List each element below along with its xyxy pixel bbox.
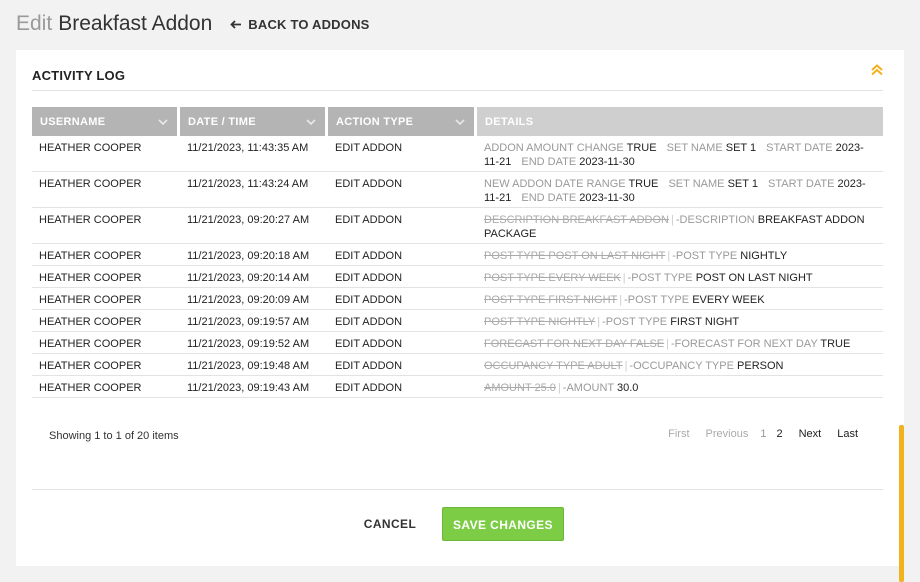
back-link-label: BACK TO ADDONS xyxy=(248,16,370,32)
table-row: HEATHER COOPER 11/21/2023, 09:19:52 AM E… xyxy=(32,332,883,354)
footer-divider xyxy=(32,489,883,490)
activity-log-heading: ACTIVITY LOG xyxy=(32,68,126,83)
activity-panel: ACTIVITY LOG USERNAME DATE / TIME ACTION… xyxy=(16,50,904,566)
table-row: HEATHER COOPER 11/21/2023, 09:20:27 AM E… xyxy=(32,208,883,244)
back-to-addons-link[interactable]: BACK TO ADDONS xyxy=(230,17,369,32)
cell-datetime: 11/21/2023, 09:19:48 AM xyxy=(180,354,328,376)
cell-datetime: 11/21/2023, 09:19:43 AM xyxy=(180,376,328,398)
cell-datetime: 11/21/2023, 11:43:24 AM xyxy=(180,172,328,208)
cell-action: EDIT ADDON xyxy=(328,332,477,354)
cell-datetime: 11/21/2023, 09:19:57 AM xyxy=(180,310,328,332)
column-header-action-type[interactable]: ACTION TYPE xyxy=(328,107,477,136)
cell-datetime: 11/21/2023, 11:43:35 AM xyxy=(180,136,328,172)
cell-username: HEATHER COOPER xyxy=(32,172,180,208)
cell-username: HEATHER COOPER xyxy=(32,288,180,310)
cell-details: POST TYPE EVERY WEEK | -POST TYPE POST ON … xyxy=(477,266,883,288)
cell-action: EDIT ADDON xyxy=(328,136,477,172)
page-header: Edit Breakfast Addon BACK TO ADDONS xyxy=(0,0,920,48)
pagination-summary: Showing 1 to 1 of 20 items xyxy=(49,430,179,442)
sort-chevron-icon xyxy=(306,119,316,126)
cell-username: HEATHER COOPER xyxy=(32,376,180,398)
activity-log-table: USERNAME DATE / TIME ACTION TYPE DETAILS… xyxy=(32,107,883,398)
cell-datetime: 11/21/2023, 09:20:18 AM xyxy=(180,244,328,266)
cell-action: EDIT ADDON xyxy=(328,376,477,398)
save-changes-button[interactable]: SAVE CHANGES xyxy=(442,507,564,541)
table-row: HEATHER COOPER 11/21/2023, 11:43:35 AM E… xyxy=(32,136,883,172)
cell-username: HEATHER COOPER xyxy=(32,354,180,376)
column-header-datetime[interactable]: DATE / TIME xyxy=(180,107,328,136)
table-row: HEATHER COOPER 11/21/2023, 09:20:09 AM E… xyxy=(32,288,883,310)
pager-page-2[interactable]: 2 xyxy=(776,428,782,440)
page-title: Breakfast Addon xyxy=(58,12,213,35)
arrow-left-icon xyxy=(230,19,242,29)
pager-first[interactable]: First xyxy=(668,428,689,440)
cell-action: EDIT ADDON xyxy=(328,266,477,288)
cell-details: POST TYPE NIGHTLY | -POST TYPE FIRST NIGHT xyxy=(477,310,883,332)
cell-datetime: 11/21/2023, 09:19:52 AM xyxy=(180,332,328,354)
cell-details: FORECAST FOR NEXT DAY FALSE | -FORECAST FO… xyxy=(477,332,883,354)
cell-action: EDIT ADDON xyxy=(328,208,477,244)
cell-details: POST TYPE FIRST NIGHT | -POST TYPE EVERY W… xyxy=(477,288,883,310)
table-row: HEATHER COOPER 11/21/2023, 09:20:14 AM E… xyxy=(32,266,883,288)
table-row: HEATHER COOPER 11/21/2023, 09:19:57 AM E… xyxy=(32,310,883,332)
cell-details: NEW ADDON DATE RANGE TRUE SET NAME SET 1… xyxy=(477,172,883,208)
column-header-username[interactable]: USERNAME xyxy=(32,107,180,136)
cell-username: HEATHER COOPER xyxy=(32,208,180,244)
cell-action: EDIT ADDON xyxy=(328,310,477,332)
cell-action: EDIT ADDON xyxy=(328,244,477,266)
cell-username: HEATHER COOPER xyxy=(32,244,180,266)
column-header-details: DETAILS xyxy=(477,107,883,136)
pager-page-1[interactable]: 1 xyxy=(760,428,766,440)
cell-details: POST TYPE POST ON LAST NIGHT | -POST TYPE … xyxy=(477,244,883,266)
cell-datetime: 11/21/2023, 09:20:09 AM xyxy=(180,288,328,310)
sort-chevron-icon xyxy=(455,119,465,126)
pagination: First Previous 1 2 Next Last xyxy=(652,428,858,440)
table-row: HEATHER COOPER 11/21/2023, 09:20:18 AM E… xyxy=(32,244,883,266)
pager-previous[interactable]: Previous xyxy=(706,428,749,440)
page-title-prefix: Edit xyxy=(16,12,53,35)
cell-details: ADDON AMOUNT CHANGE TRUE SET NAME SET 1 … xyxy=(477,136,883,172)
cell-datetime: 11/21/2023, 09:20:27 AM xyxy=(180,208,328,244)
cell-username: HEATHER COOPER xyxy=(32,332,180,354)
table-row: HEATHER COOPER 11/21/2023, 11:43:24 AM E… xyxy=(32,172,883,208)
scrollbar-thumb[interactable] xyxy=(899,425,904,582)
cell-action: EDIT ADDON xyxy=(328,172,477,208)
cancel-button[interactable]: CANCEL xyxy=(362,508,418,540)
cell-action: EDIT ADDON xyxy=(328,288,477,310)
table-row: HEATHER COOPER 11/21/2023, 09:19:48 AM E… xyxy=(32,354,883,376)
pager-last[interactable]: Last xyxy=(837,428,858,440)
cell-details: AMOUNT 25.0 | -AMOUNT 30.0 xyxy=(477,376,883,398)
table-header-row: USERNAME DATE / TIME ACTION TYPE DETAILS xyxy=(32,107,883,136)
table-row: HEATHER COOPER 11/21/2023, 09:19:43 AM E… xyxy=(32,376,883,398)
cell-action: EDIT ADDON xyxy=(328,354,477,376)
sort-chevron-icon xyxy=(158,119,168,126)
cell-details: DESCRIPTION BREAKFAST ADDON | -DESCRIPTION… xyxy=(477,208,883,244)
cell-username: HEATHER COOPER xyxy=(32,136,180,172)
pager-next[interactable]: Next xyxy=(799,428,822,440)
cell-datetime: 11/21/2023, 09:20:14 AM xyxy=(180,266,328,288)
cell-username: HEATHER COOPER xyxy=(32,266,180,288)
collapse-chevron-icon[interactable] xyxy=(870,63,884,77)
cell-username: HEATHER COOPER xyxy=(32,310,180,332)
cell-details: OCCUPANCY TYPE ADULT | -OCCUPANCY TYPE PER… xyxy=(477,354,883,376)
heading-divider xyxy=(32,90,883,91)
